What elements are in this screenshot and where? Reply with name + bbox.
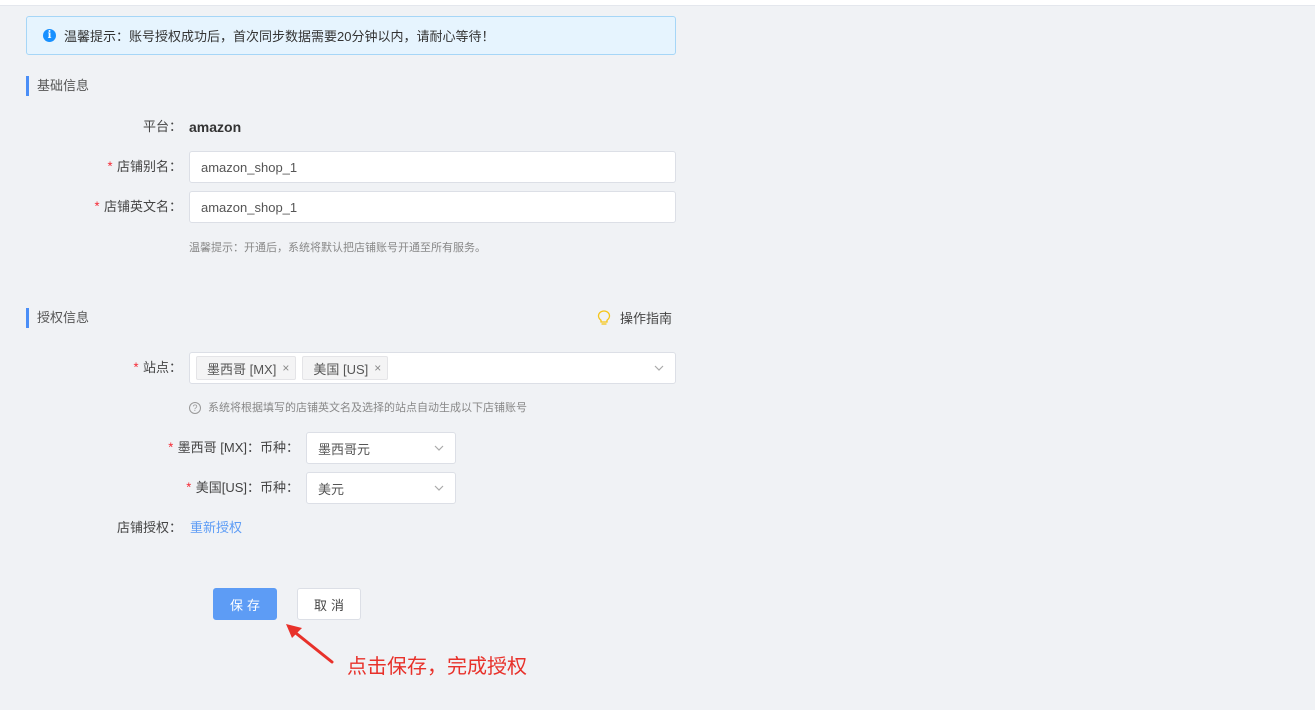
mx-currency-select[interactable]: 墨西哥元: [306, 432, 456, 464]
operation-guide-link[interactable]: 操作指南: [597, 308, 672, 327]
site-tag-label: 墨西哥 [MX]: [207, 361, 277, 377]
close-icon[interactable]: ×: [282, 361, 289, 375]
us-currency-value: 美元: [318, 481, 345, 497]
site-tag-mx: 墨西哥 [MX] ×: [196, 356, 297, 380]
alert-text: 温馨提示：账号授权成功后，首次同步数据需要20分钟以内，请耐心等待！: [64, 29, 495, 44]
page: i 温馨提示：账号授权成功后，首次同步数据需要20分钟以内，请耐心等待！ 基础信…: [0, 0, 1315, 714]
site-multi-select[interactable]: 墨西哥 [MX] × 美国 [US] ×: [189, 352, 676, 384]
required-mark: *: [166, 441, 175, 456]
section-title-auth: 授权信息: [26, 308, 89, 328]
us-currency-select[interactable]: 美元: [306, 472, 456, 504]
operation-guide-label: 操作指南: [620, 311, 673, 326]
mx-currency-value: 墨西哥元: [318, 441, 371, 457]
section-title-basic: 基础信息: [26, 76, 89, 96]
shop-auth-label: 店铺授权：: [116, 520, 182, 535]
shop-alias-label: * 店铺别名：: [106, 157, 182, 178]
shop-alias-input[interactable]: [189, 151, 676, 183]
us-currency-label-text: 美国[US]：币种：: [195, 480, 299, 495]
annotation-text: 点击保存，完成授权: [347, 656, 527, 678]
basic-hint: 温馨提示：开通后，系统将默认把店铺账号开通至所有服务。: [189, 242, 486, 254]
bottom-strip: [0, 710, 1315, 714]
info-alert: i 温馨提示：账号授权成功后，首次同步数据需要20分钟以内，请耐心等待！: [26, 16, 676, 55]
shop-english-name-input[interactable]: [189, 191, 676, 223]
shop-alias-label-text: 店铺别名：: [116, 159, 182, 174]
question-circle-icon: ?: [189, 402, 201, 414]
required-mark: *: [93, 200, 101, 215]
required-mark: *: [132, 361, 140, 376]
site-label: * 站点：: [132, 358, 182, 379]
mx-currency-label-text: 墨西哥 [MX]：币种：: [177, 440, 299, 455]
reauthorize-link[interactable]: 重新授权: [190, 518, 242, 538]
save-button[interactable]: 保存: [213, 588, 277, 620]
required-mark: *: [106, 160, 114, 175]
site-tag-us: 美国 [US] ×: [302, 356, 389, 380]
shop-english-name-label: * 店铺英文名：: [93, 197, 182, 218]
lightbulb-icon: [597, 309, 611, 325]
platform-value: amazon: [189, 119, 242, 135]
required-mark: *: [184, 481, 193, 496]
site-hint: 系统将根据填写的店铺英文名及选择的站点自动生成以下店铺账号: [208, 402, 527, 414]
us-currency-label: * 美国[US]：币种：: [185, 478, 299, 499]
platform-label: 平台：: [142, 119, 182, 134]
site-label-text: 站点：: [142, 360, 182, 375]
cancel-button[interactable]: 取消: [297, 588, 361, 620]
top-strip: [0, 0, 1315, 6]
site-tag-label: 美国 [US]: [313, 361, 369, 377]
chevron-down-icon: [434, 445, 444, 451]
info-icon: i: [43, 29, 56, 42]
chevron-down-icon: [434, 485, 444, 491]
mx-currency-label: * 墨西哥 [MX]：币种：: [167, 438, 299, 459]
close-icon[interactable]: ×: [374, 361, 381, 375]
chevron-down-icon: [654, 365, 664, 371]
red-arrow-icon: [286, 624, 334, 664]
shop-english-name-label-text: 店铺英文名：: [103, 199, 182, 214]
